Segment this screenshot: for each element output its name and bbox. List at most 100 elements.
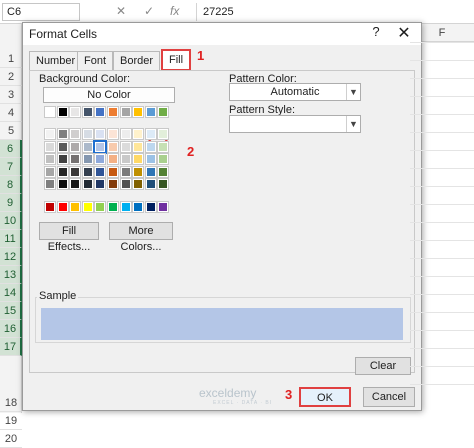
row-header-10[interactable]: 10: [0, 212, 22, 230]
color-swatch[interactable]: [44, 165, 56, 178]
color-swatch[interactable]: [44, 128, 56, 140]
color-swatch[interactable]: [69, 165, 82, 178]
color-swatch[interactable]: [81, 165, 94, 178]
color-swatch[interactable]: [44, 201, 56, 213]
tab-font[interactable]: Font: [77, 51, 114, 70]
color-swatch[interactable]: [94, 128, 107, 140]
row-header-8[interactable]: 8: [0, 176, 22, 194]
color-swatch[interactable]: [119, 106, 132, 118]
color-swatch[interactable]: [144, 178, 157, 191]
color-swatch[interactable]: [44, 140, 56, 153]
row-header-20[interactable]: 20: [0, 430, 22, 448]
color-swatch[interactable]: [144, 165, 157, 178]
color-swatch[interactable]: [94, 153, 107, 166]
fill-effects-button[interactable]: Fill Effects...: [39, 222, 99, 253]
row-header-15[interactable]: 15: [0, 302, 22, 320]
tab-number[interactable]: Number: [29, 51, 83, 70]
cancel-entry-icon[interactable]: ✕: [116, 4, 126, 18]
tab-border[interactable]: Border: [113, 51, 161, 70]
color-swatch[interactable]: [69, 106, 82, 118]
color-swatch[interactable]: [69, 178, 82, 191]
color-swatch[interactable]: [119, 165, 132, 178]
color-swatch[interactable]: [107, 165, 119, 178]
row-header-5[interactable]: 5: [0, 122, 22, 140]
color-swatch[interactable]: [157, 153, 170, 166]
color-swatch[interactable]: [132, 153, 145, 166]
color-swatch[interactable]: [157, 165, 170, 178]
color-swatch[interactable]: [107, 140, 119, 153]
color-swatch[interactable]: [107, 106, 119, 118]
color-swatch[interactable]: [144, 153, 157, 166]
color-swatch[interactable]: [56, 128, 69, 140]
row-header-1[interactable]: 1: [0, 50, 22, 68]
color-swatch[interactable]: [81, 201, 94, 213]
row-header-3[interactable]: 3: [0, 86, 22, 104]
pattern-color-dropdown[interactable]: Automatic ▼: [229, 83, 361, 101]
color-swatch[interactable]: [132, 140, 145, 153]
row-header-16[interactable]: 16: [0, 320, 22, 338]
row-header-11[interactable]: 11: [0, 230, 22, 248]
color-swatch[interactable]: [81, 128, 94, 140]
color-swatch[interactable]: [144, 201, 157, 213]
color-swatch[interactable]: [119, 201, 132, 213]
row-header-12[interactable]: 12: [0, 248, 22, 266]
color-swatch[interactable]: [56, 178, 69, 191]
color-swatch[interactable]: [119, 128, 132, 140]
color-swatch[interactable]: [81, 178, 94, 191]
color-swatch[interactable]: [107, 128, 119, 140]
color-swatch[interactable]: [56, 106, 69, 118]
help-icon[interactable]: ?: [367, 24, 385, 44]
color-swatch[interactable]: [81, 106, 94, 118]
name-box[interactable]: C6: [2, 3, 80, 21]
color-swatch[interactable]: [44, 106, 56, 118]
more-colors-button[interactable]: More Colors...: [109, 222, 173, 253]
color-swatch[interactable]: [107, 178, 119, 191]
row-header-2[interactable]: 2: [0, 68, 22, 86]
color-swatch[interactable]: [132, 128, 145, 140]
color-swatch[interactable]: [81, 140, 94, 153]
color-swatch[interactable]: [94, 201, 107, 213]
color-swatch[interactable]: [69, 201, 82, 213]
no-color-button[interactable]: No Color: [43, 87, 175, 103]
color-swatch[interactable]: [69, 140, 82, 153]
clear-button[interactable]: Clear: [355, 357, 411, 375]
color-swatch[interactable]: [69, 153, 82, 166]
color-swatch[interactable]: [94, 165, 107, 178]
row-header-9[interactable]: 9: [0, 194, 22, 212]
formula-input[interactable]: 27225: [196, 3, 472, 21]
row-header-17[interactable]: 17: [0, 338, 22, 356]
pattern-style-dropdown[interactable]: ▼: [229, 115, 361, 133]
color-swatch[interactable]: [157, 178, 170, 191]
color-swatch[interactable]: [119, 153, 132, 166]
color-swatch[interactable]: [44, 153, 56, 166]
tab-fill[interactable]: Fill: [161, 49, 192, 71]
color-swatch[interactable]: [56, 201, 69, 213]
cancel-button[interactable]: Cancel: [363, 387, 415, 407]
row-header-14[interactable]: 14: [0, 284, 22, 302]
row-header-13[interactable]: 13: [0, 266, 22, 284]
color-swatch[interactable]: [132, 178, 145, 191]
color-swatch[interactable]: [56, 153, 69, 166]
insert-function-icon[interactable]: fx: [170, 4, 179, 18]
color-swatch[interactable]: [144, 106, 157, 118]
color-swatch[interactable]: [81, 153, 94, 166]
color-swatch[interactable]: [144, 128, 157, 140]
row-header-18[interactable]: 18: [0, 394, 22, 412]
color-swatch[interactable]: [132, 106, 145, 118]
color-swatch[interactable]: [119, 140, 132, 153]
color-swatch[interactable]: [93, 139, 108, 154]
color-swatch[interactable]: [94, 178, 107, 191]
color-swatch[interactable]: [56, 165, 69, 178]
color-swatch[interactable]: [69, 128, 82, 140]
color-swatch[interactable]: [132, 165, 145, 178]
color-swatch[interactable]: [144, 140, 157, 153]
color-swatch[interactable]: [157, 201, 170, 213]
color-swatch[interactable]: [119, 178, 132, 191]
row-header-19[interactable]: 19: [0, 412, 22, 430]
color-swatch[interactable]: [157, 140, 170, 153]
color-swatch[interactable]: [157, 106, 170, 118]
color-swatch[interactable]: [157, 128, 170, 140]
color-swatch[interactable]: [44, 178, 56, 191]
color-swatch[interactable]: [132, 201, 145, 213]
row-header-7[interactable]: 7: [0, 158, 22, 176]
